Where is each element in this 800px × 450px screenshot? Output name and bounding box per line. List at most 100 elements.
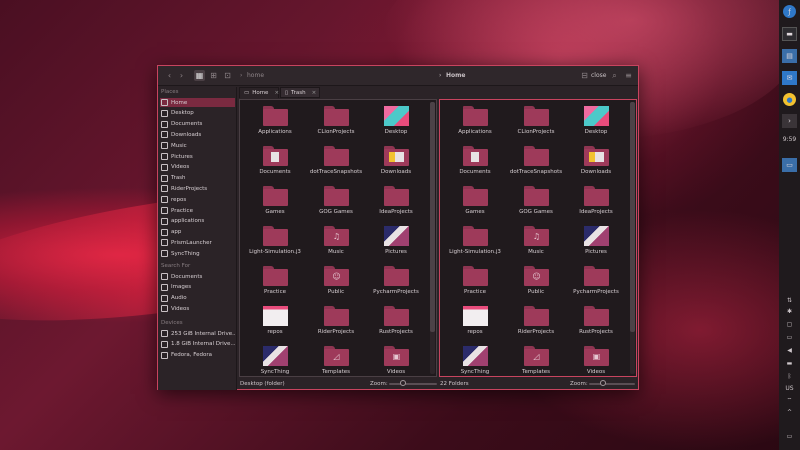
sidebar-item-trash[interactable]: Trash: [160, 174, 235, 183]
settings-icon[interactable]: ✱: [782, 307, 797, 315]
left-scrollbar[interactable]: [430, 102, 435, 374]
folder-item[interactable]: CLionProjects: [306, 102, 366, 142]
sidebar-item-home[interactable]: Home: [160, 98, 235, 107]
folder-item[interactable]: RiderProjects: [506, 302, 566, 342]
right-zoom-handle[interactable]: [599, 380, 606, 386]
left-zoom-handle[interactable]: [400, 380, 407, 386]
sidebar-item-videos[interactable]: Videos: [160, 304, 235, 313]
folder-item[interactable]: Applications: [245, 102, 305, 142]
folder-item[interactable]: Documents: [445, 142, 505, 182]
sidebar-item-audio[interactable]: Audio: [160, 294, 235, 303]
wifi-icon[interactable]: ⌔: [782, 396, 797, 404]
sidebar-item-riderprojects[interactable]: RiderProjects: [160, 184, 235, 193]
folder-item[interactable]: CLionProjects: [506, 102, 566, 142]
clock-time[interactable]: 9:59: [782, 135, 797, 143]
sidebar-item-pictures[interactable]: Pictures: [160, 152, 235, 161]
folder-item[interactable]: SyncThing: [245, 342, 305, 376]
folder-item[interactable]: GOG Games: [506, 182, 566, 222]
right-file-view[interactable]: Applications CLionProjects Desktop Document…: [439, 99, 637, 377]
folder-item[interactable]: dotTraceSnapshots: [306, 142, 366, 182]
screen-icon[interactable]: ▭: [782, 158, 797, 172]
folder-item[interactable]: ♫ Music: [506, 222, 566, 262]
sidebar-item-music[interactable]: Music: [160, 141, 235, 150]
battery-icon[interactable]: ▭: [782, 333, 797, 341]
folder-item[interactable]: Games: [445, 182, 505, 222]
folder-item[interactable]: Desktop: [366, 102, 426, 142]
folder-item[interactable]: Pictures: [566, 222, 626, 262]
folder-item[interactable]: Practice: [445, 262, 505, 302]
sidebar-item-desktop[interactable]: Desktop: [160, 109, 235, 118]
sidebar-item-prismlauncher[interactable]: PrismLauncher: [160, 238, 235, 247]
forward-icon[interactable]: ›: [176, 70, 187, 81]
show-desktop-icon[interactable]: ▭: [782, 432, 797, 440]
sidebar-item-documents[interactable]: Documents: [160, 120, 235, 129]
console-icon[interactable]: ›: [782, 114, 797, 128]
folder-item[interactable]: ♫ Music: [306, 222, 366, 262]
file-manager-icon[interactable]: ▤: [782, 49, 797, 63]
folder-item[interactable]: repos: [245, 302, 305, 342]
terminal-icon[interactable]: ▬: [782, 27, 797, 41]
sidebar-item-documents[interactable]: Documents: [160, 272, 235, 281]
sidebar-item-applications[interactable]: applications: [160, 217, 235, 226]
tab-home[interactable]: ▭ Home ×: [239, 87, 279, 98]
file-manager-window[interactable]: ‹ › ▦ ⊞ ⊡ › home › Home ⊟ close ⌕ ≡ Plac…: [157, 65, 639, 390]
folder-item[interactable]: Downloads: [566, 142, 626, 182]
volume-icon[interactable]: ◀: [782, 346, 797, 354]
chevron-up-icon[interactable]: ^: [782, 408, 797, 416]
bluetooth-icon[interactable]: ᛒ: [782, 372, 797, 380]
folder-item[interactable]: ▣ Videos: [566, 342, 626, 376]
chrome-icon[interactable]: ●: [783, 93, 796, 106]
folder-item[interactable]: Applications: [445, 102, 505, 142]
sidebar-item-syncthing[interactable]: SyncThing: [160, 249, 235, 258]
tab-trash[interactable]: ▯ Trash ×: [280, 87, 320, 98]
sidebar-item-253-gib-internal-drive[interactable]: 253 GiB Internal Drive...: [160, 329, 235, 338]
close-tab-icon[interactable]: ×: [312, 90, 317, 96]
keyboard-layout[interactable]: US: [782, 384, 797, 392]
hamburger-menu-icon[interactable]: ≡: [623, 70, 634, 81]
sidebar-item-videos[interactable]: Videos: [160, 163, 235, 172]
folder-item[interactable]: Downloads: [366, 142, 426, 182]
folder-item[interactable]: Documents: [245, 142, 305, 182]
folder-item[interactable]: Practice: [245, 262, 305, 302]
folder-item[interactable]: PycharmProjects: [366, 262, 426, 302]
new-tab-icon[interactable]: ⊞: [208, 70, 219, 81]
folder-item[interactable]: GOG Games: [306, 182, 366, 222]
folder-item[interactable]: IdeaProjects: [566, 182, 626, 222]
folder-item[interactable]: ◿ Templates: [506, 342, 566, 376]
folder-item[interactable]: repos: [445, 302, 505, 342]
folder-item[interactable]: PycharmProjects: [566, 262, 626, 302]
sidebar-item-downloads[interactable]: Downloads: [160, 130, 235, 139]
sidebar-item-repos[interactable]: repos: [160, 195, 235, 204]
sidebar-item-1-8-gib-internal-drive[interactable]: 1.8 GiB Internal Drive...: [160, 340, 235, 349]
folder-item[interactable]: IdeaProjects: [366, 182, 426, 222]
left-breadcrumb[interactable]: home: [247, 72, 264, 79]
left-file-view[interactable]: Applications CLionProjects Desktop Document…: [239, 99, 437, 377]
search-icon[interactable]: ⌕: [609, 70, 620, 81]
mail-icon[interactable]: ✉: [782, 71, 797, 85]
folder-item[interactable]: ◿ Templates: [306, 342, 366, 376]
sidebar-item-practice[interactable]: Practice: [160, 206, 235, 215]
sidebar-item-images[interactable]: Images: [160, 283, 235, 292]
folder-item[interactable]: RiderProjects: [306, 302, 366, 342]
folder-item[interactable]: ▣ Videos: [366, 342, 426, 376]
folder-item[interactable]: Light-Simulation.j3: [445, 222, 505, 262]
right-zoom-slider[interactable]: [589, 383, 635, 385]
back-icon[interactable]: ‹: [164, 70, 175, 81]
close-tab-icon[interactable]: ×: [274, 90, 279, 96]
display-icon[interactable]: ▬: [782, 359, 797, 367]
fedora-launcher-icon[interactable]: ƒ: [783, 5, 796, 18]
network-icon[interactable]: ⇅: [782, 296, 797, 304]
clipboard-icon[interactable]: ▢: [782, 320, 797, 328]
right-scrollbar[interactable]: [630, 102, 635, 374]
folder-item[interactable]: dotTraceSnapshots: [506, 142, 566, 182]
sidebar-item-app[interactable]: app: [160, 228, 235, 237]
sidebar-item-fedora-fedora[interactable]: Fedora, Fedora: [160, 351, 235, 360]
folder-item[interactable]: Pictures: [366, 222, 426, 262]
split-view-icon[interactable]: ▦: [194, 70, 205, 81]
new-folder-icon[interactable]: ⊡: [222, 70, 233, 81]
folder-item[interactable]: ☺ Public: [506, 262, 566, 302]
folder-item[interactable]: RustProjects: [366, 302, 426, 342]
left-zoom-slider[interactable]: [389, 383, 437, 385]
folder-item[interactable]: SyncThing: [445, 342, 505, 376]
folder-item[interactable]: Desktop: [566, 102, 626, 142]
